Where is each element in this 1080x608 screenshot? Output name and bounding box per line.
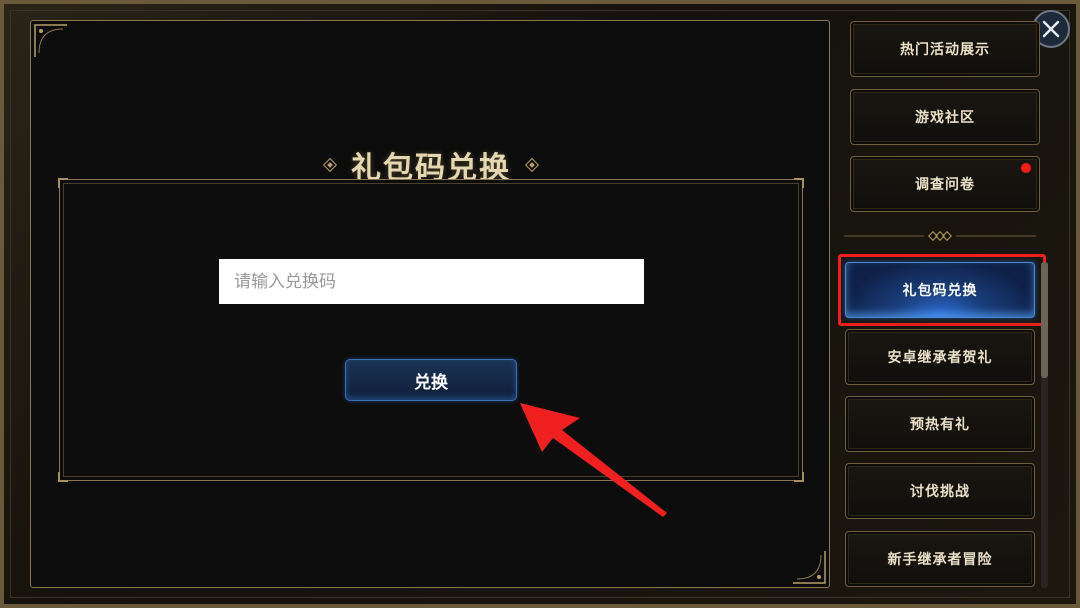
- close-icon: [1042, 20, 1060, 38]
- diamond-ornament-icon: [524, 157, 540, 173]
- selection-highlight: [838, 254, 1046, 326]
- sidebar-item-warmup-gift[interactable]: 预热有礼: [845, 396, 1035, 452]
- sidebar-item-hot-events[interactable]: 热门活动展示: [850, 21, 1040, 77]
- sidebar-scrollbar[interactable]: [1041, 262, 1048, 588]
- diamond-ornament-icon: [322, 157, 338, 173]
- corner-ornament-bottom-right: [793, 551, 826, 584]
- sidebar-item-survey[interactable]: 调查问卷: [850, 156, 1040, 212]
- sidebar-divider: [844, 231, 1036, 241]
- sidebar-item-newbie-adventure[interactable]: 新手继承者冒险: [845, 531, 1035, 587]
- redeem-button[interactable]: 兑换: [345, 359, 517, 401]
- main-panel: 礼包码兑换 兑换: [30, 20, 830, 588]
- corner-ornament-top-left: [34, 24, 67, 57]
- redeem-form-box: [58, 178, 804, 482]
- box-corner: [794, 472, 804, 482]
- box-corner: [58, 178, 68, 188]
- scrollbar-thumb[interactable]: [1041, 262, 1048, 378]
- notification-badge: [1021, 163, 1031, 173]
- box-corner: [58, 472, 68, 482]
- box-corner: [794, 178, 804, 188]
- sidebar-item-crusade[interactable]: 讨伐挑战: [845, 463, 1035, 519]
- gift-code-input[interactable]: [219, 259, 644, 304]
- sidebar-item-android-gift[interactable]: 安卓继承者贺礼: [845, 329, 1035, 385]
- sidebar-item-community[interactable]: 游戏社区: [850, 89, 1040, 145]
